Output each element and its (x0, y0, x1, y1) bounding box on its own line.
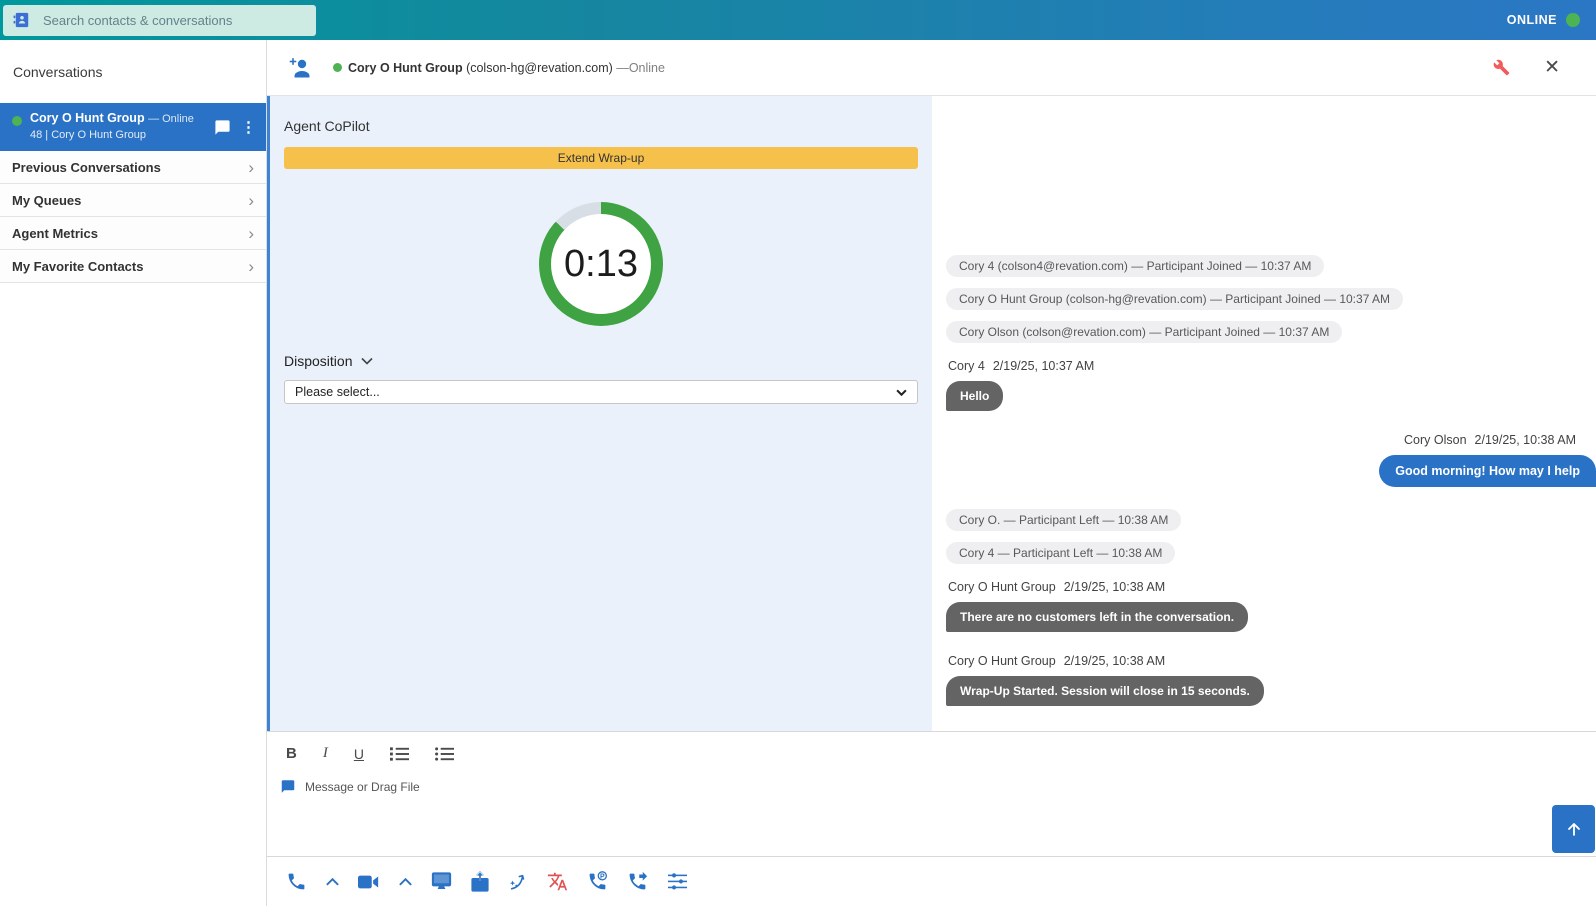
message-sender: Cory O Hunt Group2/19/25, 10:38 AM (948, 580, 1596, 594)
disposition-select[interactable]: Please select... (284, 380, 918, 404)
search-box[interactable] (3, 5, 316, 36)
sidebar-item-previous-conversations[interactable]: Previous Conversations › (0, 151, 266, 184)
wrapup-timer-ring: 0:13 (539, 202, 663, 326)
agent-status[interactable]: ONLINE (1507, 13, 1580, 27)
copilot-title: Agent CoPilot (284, 118, 918, 134)
message-sender: Cory 42/19/25, 10:37 AM (948, 359, 1596, 373)
video-options-caret-icon[interactable] (399, 877, 412, 886)
sidebar-item-agent-metrics[interactable]: Agent Metrics › (0, 217, 266, 250)
disposition-label-row[interactable]: Disposition (284, 353, 918, 369)
system-event: Cory Olson (colson@revation.com) — Parti… (946, 321, 1342, 343)
chevron-right-icon: › (248, 192, 254, 209)
message-bubble: There are no customers left in the conve… (946, 602, 1248, 632)
active-conversation-item[interactable]: Cory O Hunt Group — Online 48 | Cory O H… (0, 103, 266, 151)
system-event: Cory O. — Participant Left — 10:38 AM (946, 509, 1181, 531)
wrapup-timer-value: 0:13 (551, 214, 651, 314)
top-bar: ONLINE (0, 0, 1596, 40)
conversation-menu-icon[interactable]: ⋮ (241, 120, 256, 135)
unordered-list-button[interactable] (435, 746, 454, 762)
conversation-subtitle: 48 | Cory O Hunt Group (30, 128, 214, 143)
bold-button[interactable]: B (286, 745, 297, 762)
chevron-right-icon: › (248, 225, 254, 242)
chevron-down-icon (361, 357, 373, 365)
transfer-call-icon[interactable] (627, 871, 648, 892)
disposition-label: Disposition (284, 353, 352, 369)
message-bubble: Hello (946, 381, 1003, 411)
call-toolbar: P (267, 856, 1596, 906)
agent-copilot-panel: Agent CoPilot Extend Wrap-up 0:13 Dispos… (267, 96, 932, 731)
arrow-up-icon (1564, 819, 1584, 839)
share-file-icon[interactable] (471, 871, 489, 892)
video-call-icon[interactable] (358, 874, 380, 890)
conversation-title: Cory O Hunt Group (colson-hg@revation.co… (348, 61, 665, 75)
chevron-right-icon: › (248, 159, 254, 176)
message-placeholder: Message or Drag File (305, 780, 420, 794)
message-bubble-icon (280, 779, 296, 794)
call-options-caret-icon[interactable] (326, 877, 339, 886)
system-event: Cory 4 (colson4@revation.com) — Particip… (946, 255, 1324, 277)
italic-button[interactable]: I (323, 745, 328, 762)
translate-icon[interactable] (547, 871, 568, 892)
conversation-name: Cory O Hunt Group — Online (30, 111, 214, 127)
svg-text:P: P (600, 873, 605, 880)
contacts-directory-icon (13, 12, 31, 28)
call-settings-icon[interactable] (667, 872, 688, 891)
chevron-right-icon: › (248, 258, 254, 275)
send-button[interactable] (1552, 805, 1595, 853)
conversation-header: Cory O Hunt Group (colson-hg@revation.co… (267, 40, 1596, 96)
compose-area: B I U Message or Drag File (267, 731, 1596, 856)
message-list: Cory 4 (colson4@revation.com) — Particip… (932, 96, 1596, 731)
message-bubble: Wrap-Up Started. Session will close in 1… (946, 676, 1264, 706)
close-icon[interactable]: ✕ (1544, 58, 1560, 77)
message-bubble: Good morning! How may I help (1379, 455, 1596, 487)
call-icon[interactable] (286, 871, 307, 892)
presence-dot (333, 63, 342, 72)
sidebar-item-my-favorite-contacts[interactable]: My Favorite Contacts › (0, 250, 266, 283)
format-toolbar: B I U (267, 732, 1596, 762)
sidebar-item-my-queues[interactable]: My Queues › (0, 184, 266, 217)
ordered-list-button[interactable] (390, 746, 409, 762)
message-input[interactable]: Message or Drag File (280, 779, 1596, 794)
online-status-dot (1566, 13, 1580, 27)
search-input[interactable] (43, 13, 306, 28)
sidebar: Conversations Cory O Hunt Group — Online… (0, 40, 267, 906)
select-chevron-icon (896, 389, 907, 396)
status-label: ONLINE (1507, 13, 1557, 27)
add-participant-icon[interactable] (287, 56, 313, 80)
sidebar-title: Conversations (0, 40, 266, 103)
message-sender: Cory O Hunt Group2/19/25, 10:38 AM (948, 654, 1596, 668)
app-window: ONLINE Conversations Cory O Hunt Group —… (0, 0, 1596, 906)
wrench-tools-icon[interactable] (1493, 59, 1510, 76)
underline-button[interactable]: U (354, 746, 364, 762)
extend-wrapup-button[interactable]: Extend Wrap-up (284, 147, 918, 169)
smart-transfer-icon[interactable] (508, 871, 528, 892)
screen-share-icon[interactable] (431, 872, 452, 891)
disposition-selected-value: Please select... (295, 385, 380, 399)
message-sender: Cory Olson2/19/25, 10:38 AM (1404, 433, 1576, 447)
park-call-icon[interactable]: P (587, 871, 608, 892)
chat-bubble-icon[interactable] (214, 119, 231, 136)
system-event: Cory O Hunt Group (colson-hg@revation.co… (946, 288, 1403, 310)
presence-dot (12, 116, 22, 126)
system-event: Cory 4 — Participant Left — 10:38 AM (946, 542, 1175, 564)
